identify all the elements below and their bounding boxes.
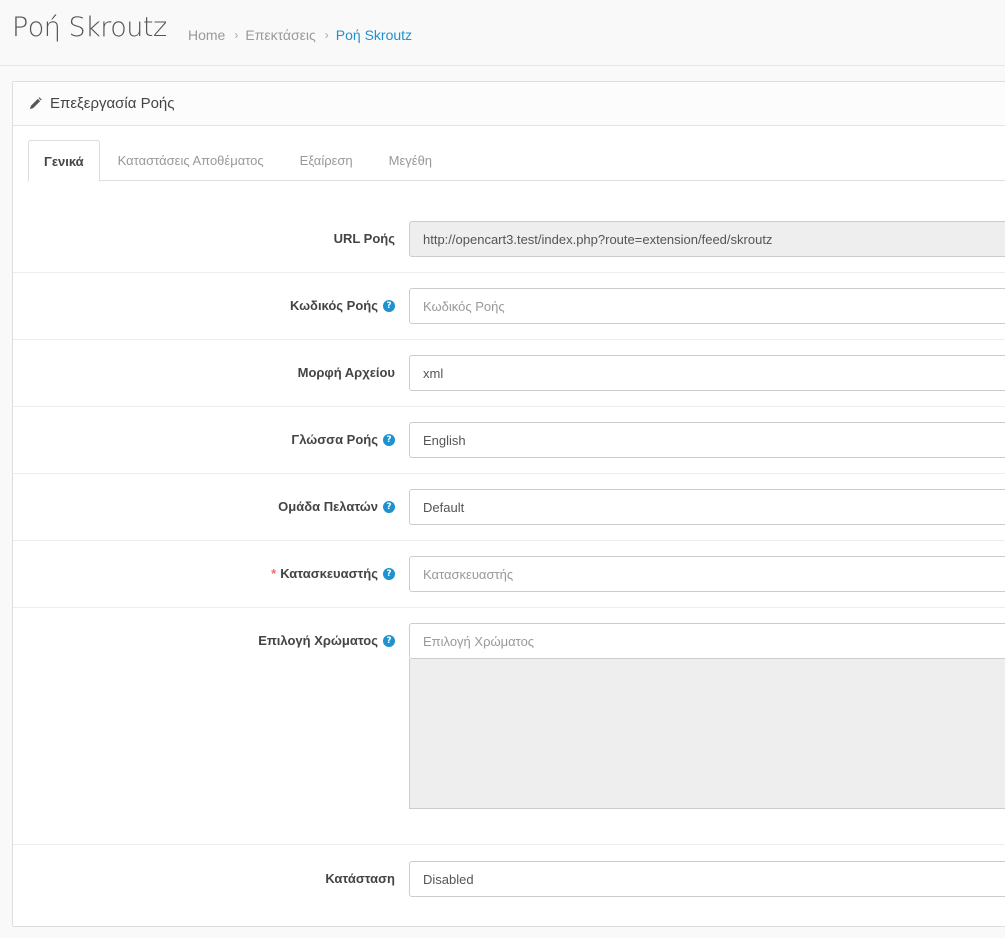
pencil-icon [28,97,42,111]
tab-sizes[interactable]: Μεγέθη [371,140,450,181]
breadcrumb-separator: › [324,28,329,42]
help-icon[interactable]: ? [383,634,395,647]
feed-code-label: Κωδικός Ροής ? [290,298,395,313]
file-format-label-text: Μορφή Αρχείου [297,365,395,380]
manufacturer-input[interactable] [409,556,1005,592]
customer-group-label-text: Ομάδα Πελατών [278,499,378,514]
feed-language-label: Γλώσσα Ροής ? [291,432,395,447]
customer-group-select[interactable]: Default [409,489,1005,525]
status-label-text: Κατάσταση [325,871,395,886]
tab-stock-statuses[interactable]: Καταστάσεις Αποθέματος [100,140,282,181]
form-row-feed-language: Γλώσσα Ροής ? English [13,407,1005,474]
customer-group-label: Ομάδα Πελατών ? [278,499,395,514]
form-row-manufacturer: * Κατασκευαστής ? [13,541,1005,608]
form-row-feed-code: Κωδικός Ροής ? [13,273,1005,340]
manufacturer-label-text: Κατασκευαστής [280,566,378,581]
breadcrumb-home[interactable]: Home [188,27,225,43]
help-icon[interactable]: ? [383,299,395,312]
breadcrumb-extensions[interactable]: Επεκτάσεις [245,27,315,43]
panel-heading: Επεξεργασία Ροής [13,82,1005,126]
color-select-list[interactable] [409,659,1005,809]
breadcrumb: Home › Επεκτάσεις › Ροή Skroutz [188,27,412,43]
feed-language-label-text: Γλώσσα Ροής [291,432,378,447]
feed-code-input[interactable] [409,288,1005,324]
breadcrumb-separator: › [234,28,239,42]
feed-url-field[interactable]: http://opencart3.test/index.php?route=ex… [409,221,1005,257]
feed-language-select[interactable]: English [409,422,1005,458]
tab-general[interactable]: Γενικά [28,140,100,182]
help-icon[interactable]: ? [383,500,395,513]
form-row-status: Κατάσταση Disabled [13,845,1005,926]
breadcrumb-current[interactable]: Ροή Skroutz [336,27,412,43]
feed-url-label-text: URL Ροής [333,231,395,246]
form-row-color-select: Επιλογή Χρώματος ? [13,608,1005,845]
form-row-file-format: Μορφή Αρχείου xml [13,340,1005,407]
help-icon[interactable]: ? [383,567,395,580]
required-mark: * [271,566,277,581]
status-label: Κατάσταση [325,871,395,886]
manufacturer-label: * Κατασκευαστής ? [271,566,395,581]
form-row-feed-url: URL Ροής http://opencart3.test/index.php… [13,206,1005,273]
color-select-label: Επιλογή Χρώματος ? [258,633,395,648]
file-format-label: Μορφή Αρχείου [298,365,395,380]
help-icon[interactable]: ? [383,433,395,446]
form-row-customer-group: Ομάδα Πελατών ? Default [13,474,1005,541]
tab-bar: Γενικά Καταστάσεις Αποθέματος Εξαίρεση Μ… [28,140,1005,182]
feed-url-label: URL Ροής [334,231,395,246]
page-header: Ροή Skroutz Home › Επεκτάσεις › Ροή Skro… [0,0,1005,66]
color-select-input[interactable] [409,623,1005,659]
page-title: Ροή Skroutz [12,12,167,43]
feed-code-label-text: Κωδικός Ροής [289,298,378,313]
file-format-select[interactable]: xml [409,355,1005,391]
panel-heading-text: Επεξεργασία Ροής [50,95,175,112]
color-select-label-text: Επιλογή Χρώματος [258,633,378,648]
tab-exclusion[interactable]: Εξαίρεση [282,140,371,181]
edit-panel: Επεξεργασία Ροής Γενικά Καταστάσεις Αποθ… [12,81,1005,927]
status-select[interactable]: Disabled [409,861,1005,897]
